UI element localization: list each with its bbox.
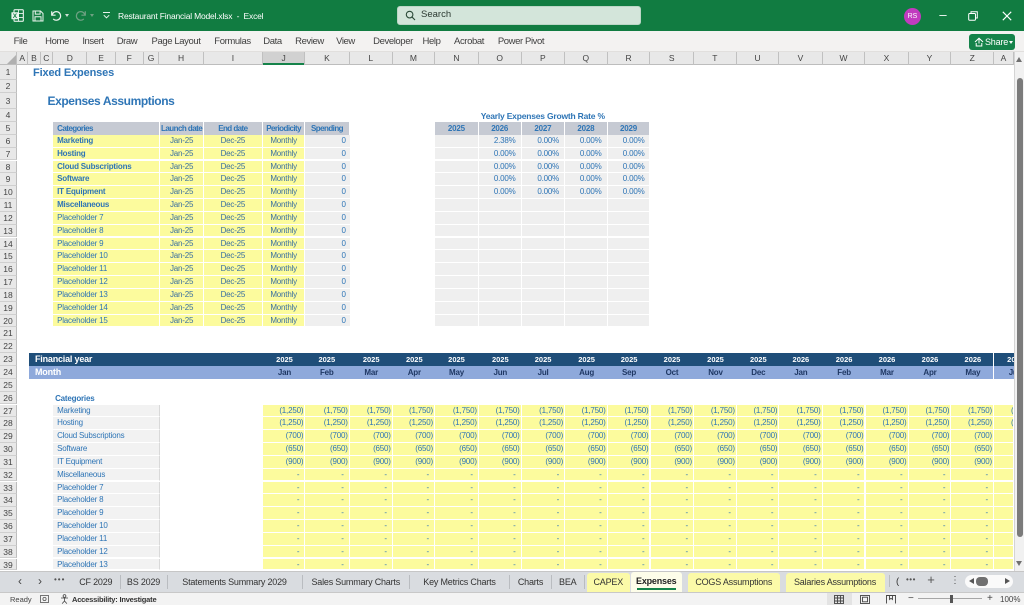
svg-text:X: X: [13, 13, 18, 20]
